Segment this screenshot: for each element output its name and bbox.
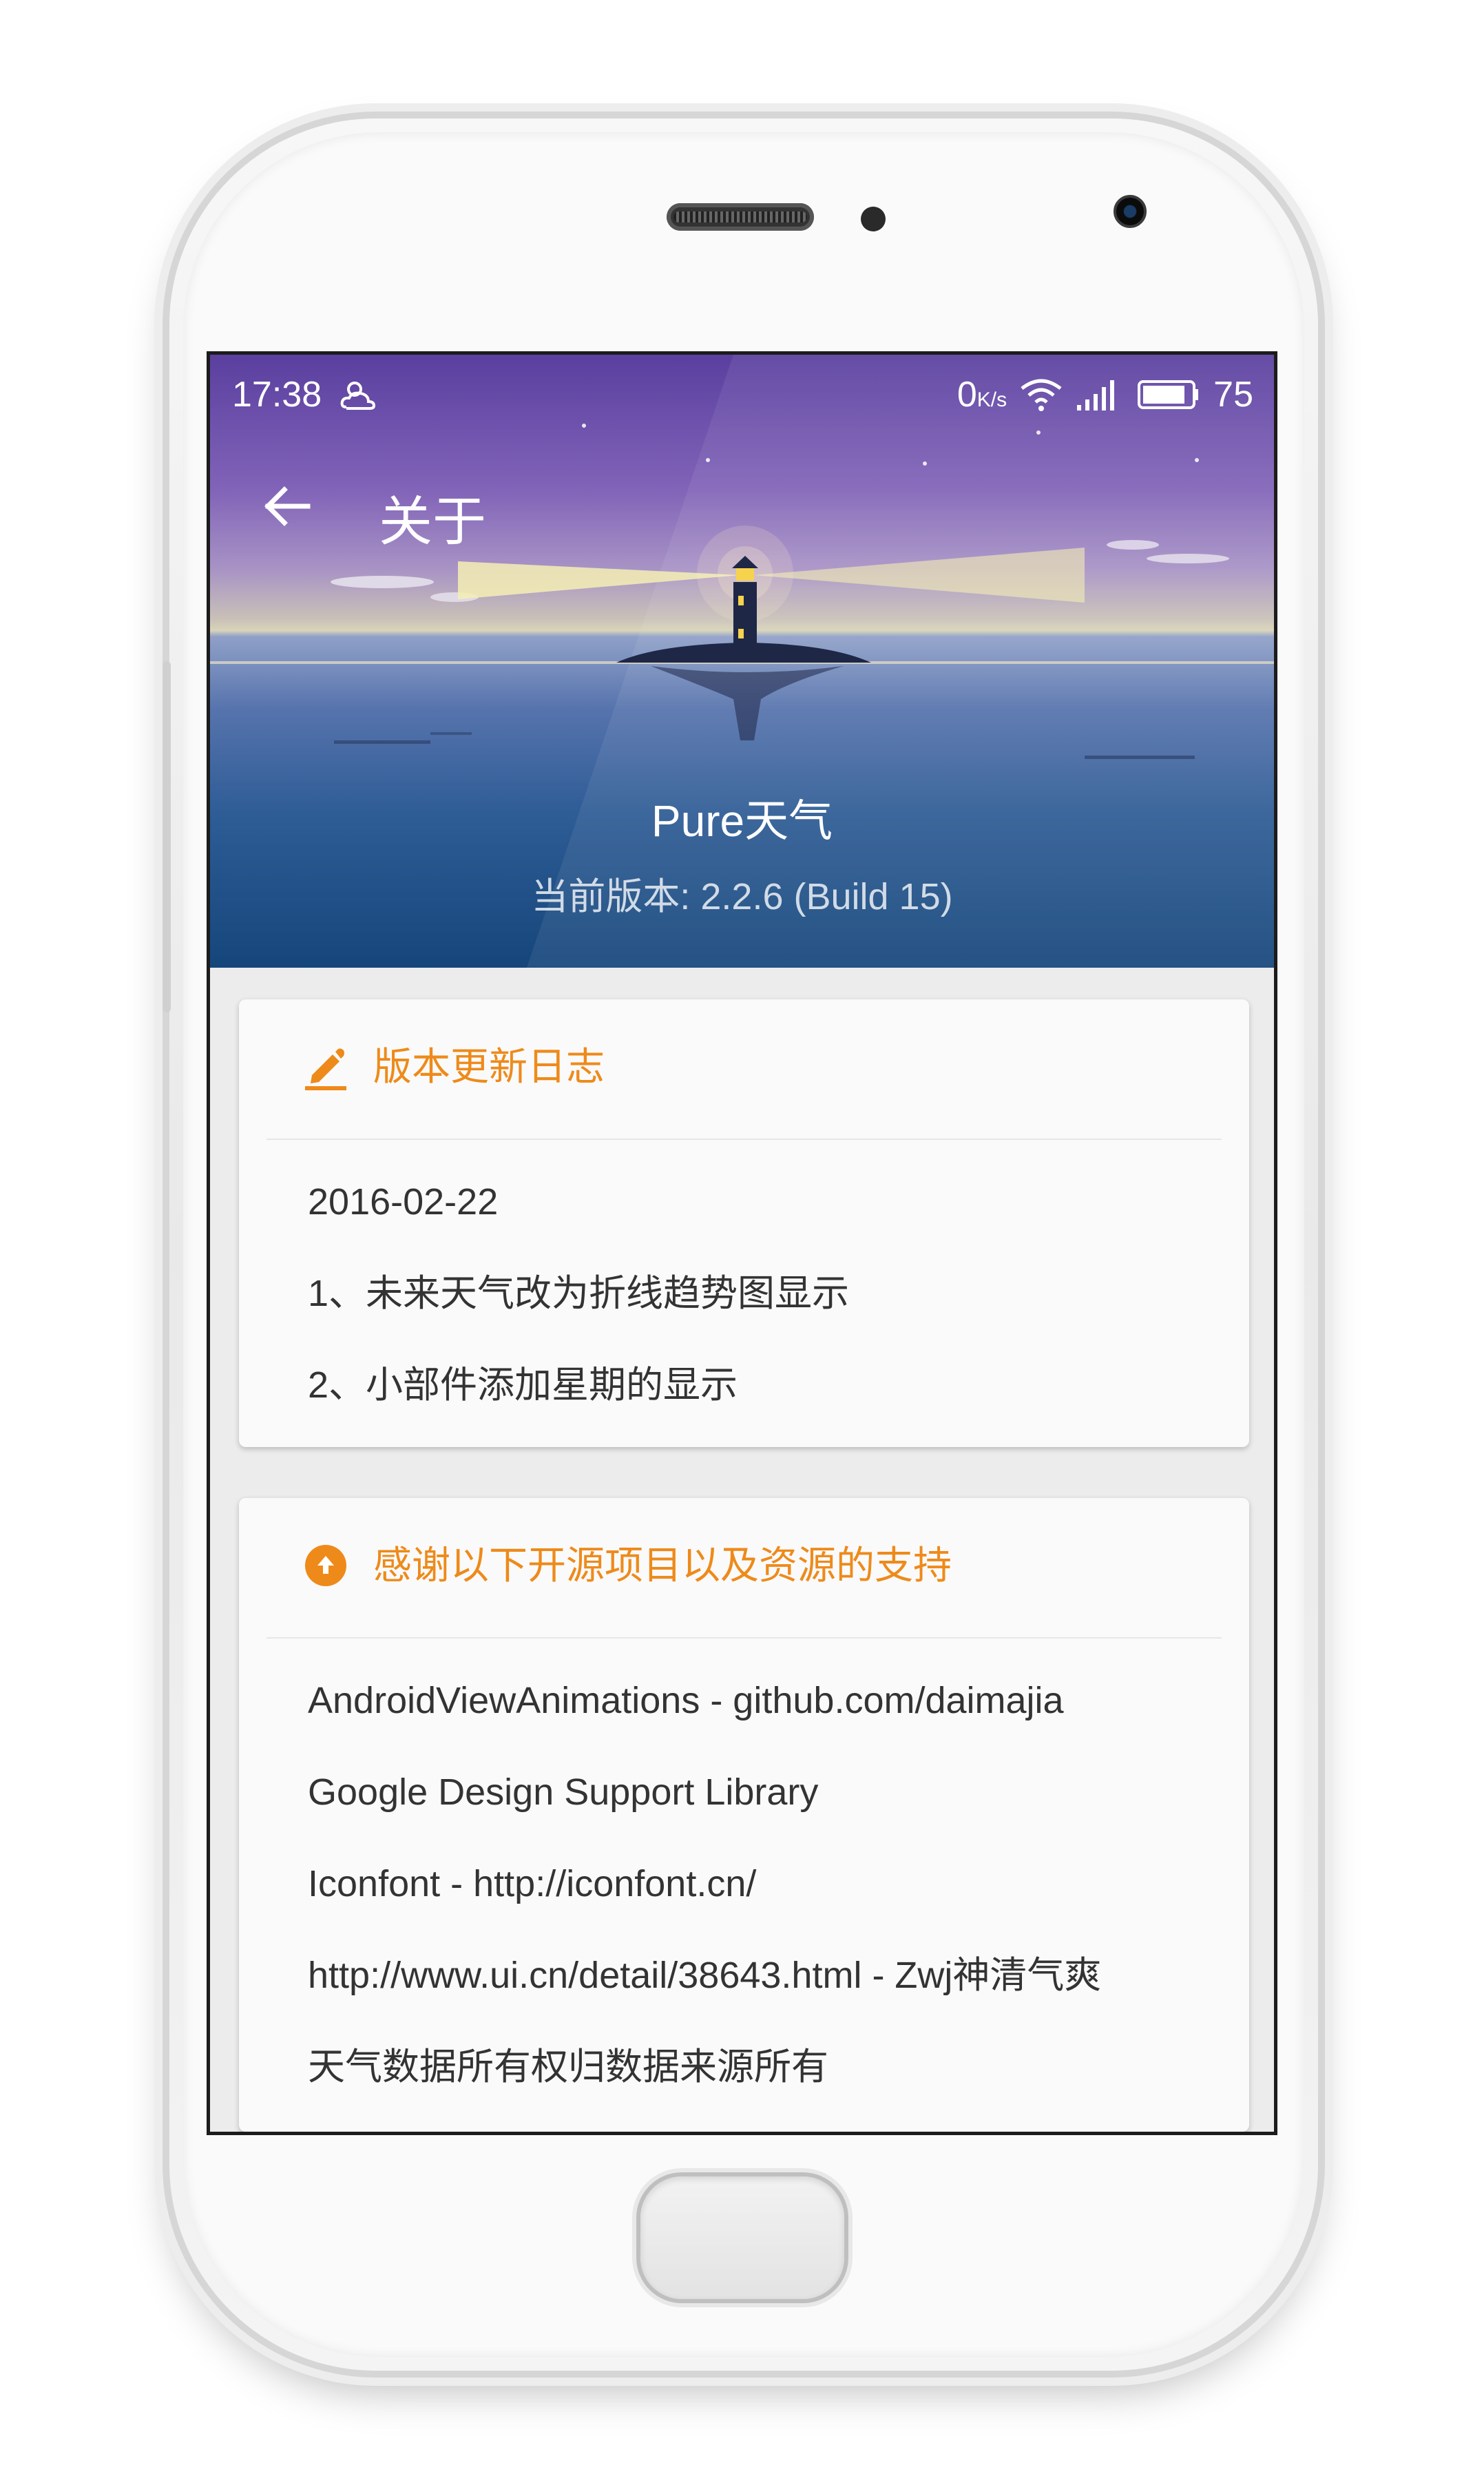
credit-item[interactable]: Iconfont - http://iconfont.cn/ (308, 1856, 1222, 1948)
changelog-item: 1、未来天气改为折线趋势图显示 (308, 1273, 850, 1314)
changelog-card-header: 版本更新日志 (239, 999, 1249, 1140)
credits-list: AndroidViewAnimations - github.com/daima… (308, 1673, 1222, 2131)
upload-circle-icon (305, 1545, 346, 1586)
app-name: Pure天气 (651, 796, 833, 846)
changelog-date: 2016-02-22 (308, 1181, 499, 1223)
credit-item: 天气数据所有权归数据来源所有 (308, 2046, 828, 2088)
signal-icon (1077, 380, 1115, 410)
changelog-item: 2、小部件添加星期的显示 (308, 1364, 738, 1406)
credit-item: Google Design Support Library (308, 1771, 819, 1813)
home-button[interactable] (640, 2176, 844, 2299)
divider (267, 1637, 1222, 1639)
credits-card-header: 感谢以下开源项目以及资源的支持 (239, 1498, 1249, 1639)
earpiece-speaker (667, 203, 814, 231)
volume-button (163, 661, 171, 1012)
partly-cloudy-icon (340, 382, 376, 410)
page-title: 关于 (379, 491, 487, 552)
about-header: 17:38 0K/s 75 关于 Pure天气 当前版本: 2.2.6 (Bui… (210, 355, 1274, 968)
credits-title: 感谢以下开源项目以及资源的支持 (373, 1543, 952, 1587)
credit-item[interactable]: http://www.ui.cn/detail/38643.html - Zwj… (308, 1948, 1222, 2039)
battery-level: 75 (1213, 375, 1253, 415)
front-camera (1114, 195, 1147, 228)
changelog-card: 版本更新日志 2016-02-22 1、未来天气改为折线趋势图显示 2、小部件添… (239, 999, 1249, 1447)
battery-icon (1138, 380, 1199, 409)
credits-card: 感谢以下开源项目以及资源的支持 AndroidViewAnimations - … (239, 1498, 1249, 2132)
wifi-icon (1021, 379, 1062, 411)
status-time: 17:38 (232, 375, 322, 415)
credit-item[interactable]: AndroidViewAnimations - github.com/daima… (308, 1673, 1222, 1765)
app-version: 当前版本: 2.2.6 (Build 15) (531, 876, 953, 917)
pencil-icon (305, 1048, 346, 1090)
toolbar: 关于 (210, 458, 1274, 554)
network-speed: 0K/s (957, 375, 1007, 415)
arrow-left-icon[interactable] (260, 479, 315, 534)
app-screen: 17:38 0K/s 75 关于 Pure天气 当前版本: 2.2.6 (Bui… (207, 351, 1277, 2135)
proximity-sensor (861, 207, 886, 231)
changelog-list: 2016-02-22 1、未来天气改为折线趋势图显示 2、小部件添加星期的显示 (308, 1174, 1222, 1449)
status-right: 0K/s 75 (957, 374, 1253, 415)
divider (267, 1139, 1222, 1140)
status-bar: 17:38 0K/s 75 (210, 355, 1274, 430)
changelog-title: 版本更新日志 (373, 1045, 605, 1088)
star (1036, 430, 1041, 435)
